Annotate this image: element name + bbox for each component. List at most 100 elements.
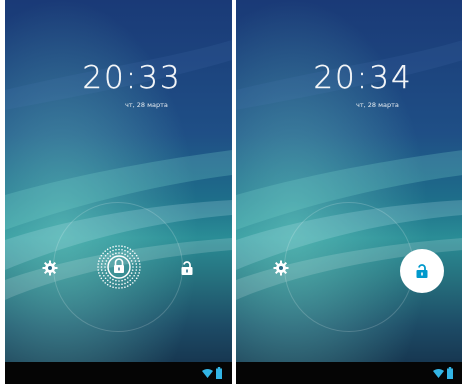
- handle-glow-dot: [134, 272, 137, 274]
- handle-glow-dot: [132, 266, 134, 268]
- handle-glow-dot: [135, 254, 138, 257]
- handle-glow-dot: [130, 260, 133, 262]
- handle-glow-dot: [134, 279, 136, 282]
- handle-glow-dot: [131, 263, 134, 265]
- clock-date: чт, 28 марта: [356, 101, 399, 109]
- handle-glow-dot: [100, 254, 103, 257]
- handle-glow-dot: [115, 248, 117, 251]
- handle-glow-dot: [118, 245, 120, 247]
- handle-glow-dot: [131, 277, 134, 280]
- lockscreen-right: 20:34 чт, 28 марта: [236, 0, 462, 384]
- clock-time: 20:34: [313, 60, 413, 96]
- unlock-icon: [416, 264, 428, 278]
- handle-glow-dot: [102, 252, 104, 255]
- handle-glow-dot: [124, 246, 126, 248]
- handle-glow-dot: [129, 274, 131, 277]
- handle-glow-dot: [109, 281, 112, 283]
- handle-glow-dot: [104, 263, 107, 265]
- handle-glow-dot: [118, 252, 120, 254]
- handle-glow-dot: [109, 247, 112, 249]
- handle-glow-dot: [100, 269, 103, 271]
- handle-glow-dot: [121, 248, 123, 251]
- handle-glow-dot: [98, 260, 100, 262]
- navigation-bar: [5, 362, 232, 384]
- handle-glow-dot: [138, 263, 141, 265]
- handle-glow-dot: [104, 254, 107, 257]
- handle-glow-dot: [124, 253, 126, 256]
- handle-glow-dot: [115, 286, 117, 289]
- unlock-ring: [284, 202, 414, 332]
- handle-glow-dot: [115, 283, 117, 286]
- gear-icon[interactable]: [273, 260, 289, 276]
- unlock-icon[interactable]: [180, 260, 194, 276]
- handle-glow-dot: [109, 277, 112, 279]
- handle-glow-dot: [134, 252, 136, 255]
- handle-glow-dot: [104, 282, 107, 284]
- handle-glow-dot: [133, 274, 135, 277]
- handle-glow-dot: [137, 274, 139, 277]
- handle-glow-dot: [124, 249, 126, 252]
- handle-glow-dot: [118, 287, 120, 289]
- handle-glow-dot: [129, 279, 132, 282]
- handle-glow-dot: [112, 249, 114, 252]
- wifi-icon: [433, 369, 444, 378]
- unlock-selected-button[interactable]: [400, 249, 444, 293]
- handle-glow-dot: [118, 248, 120, 251]
- gear-icon[interactable]: [42, 260, 58, 276]
- handle-glow-dot: [118, 280, 120, 282]
- handle-glow-dot: [104, 269, 107, 271]
- handle-glow-dot: [131, 282, 134, 284]
- handle-glow-dot: [124, 278, 126, 281]
- handle-glow-dot: [135, 269, 138, 271]
- handle-glow-dot: [106, 283, 109, 286]
- handle-glow-dot: [138, 260, 140, 262]
- handle-glow-dot: [115, 252, 117, 255]
- handle-glow-dot: [112, 286, 114, 288]
- clock-date: чт, 28 марта: [125, 101, 168, 109]
- handle-glow-dot: [100, 277, 103, 280]
- handle-glow-dot: [126, 285, 129, 287]
- handle-glow-dot: [129, 248, 132, 251]
- handle-glow-dot: [106, 252, 109, 255]
- handle-glow-dot: [138, 269, 141, 271]
- handle-glow-dot: [100, 263, 103, 265]
- handle-glow-dot: [131, 250, 134, 252]
- handle-glow-dot: [107, 274, 109, 277]
- handle-glow-dot: [124, 282, 126, 285]
- handle-glow-dot: [135, 263, 138, 265]
- handle-glow-dot: [129, 252, 132, 255]
- handle-glow-dot: [126, 247, 129, 249]
- handle-glow-dot: [124, 286, 126, 288]
- handle-glow-dot: [129, 257, 131, 260]
- handle-glow-dot: [135, 277, 138, 280]
- handle-glow-dot: [106, 248, 109, 251]
- handle-glow-dot: [103, 274, 105, 277]
- handle-glow-dot: [109, 285, 112, 287]
- handle-glow-dot: [112, 282, 114, 285]
- handle-glow-dot: [133, 257, 135, 260]
- handle-glow-dot: [106, 279, 109, 282]
- handle-glow-dot: [99, 257, 101, 260]
- clock-time: 20:33: [82, 60, 182, 96]
- handle-glow-dot: [134, 260, 137, 262]
- handle-glow-dot: [102, 279, 104, 282]
- handle-glow-dot: [121, 283, 123, 286]
- handle-glow-dot: [97, 263, 100, 265]
- handle-glow-dot: [104, 266, 106, 268]
- lockscreen-left: 20:33 чт, 28 марта: [5, 0, 232, 384]
- handle-glow-dot: [112, 278, 114, 281]
- battery-icon: [216, 367, 222, 379]
- handle-glow-dot: [137, 257, 139, 260]
- handle-glow-dot: [126, 251, 129, 253]
- navigation-bar: [236, 362, 462, 384]
- handle-glow-dot: [105, 260, 108, 262]
- lock-icon: [114, 258, 124, 273]
- handle-glow-dot: [97, 266, 99, 268]
- handle-glow-dot: [115, 245, 117, 248]
- lock-handle[interactable]: [95, 243, 143, 291]
- handle-glow-dot: [121, 252, 123, 255]
- handle-glow-dot: [131, 254, 134, 257]
- handle-glow-dot: [104, 250, 107, 252]
- handle-glow-dot: [99, 274, 101, 277]
- handle-glow-dot: [138, 272, 140, 274]
